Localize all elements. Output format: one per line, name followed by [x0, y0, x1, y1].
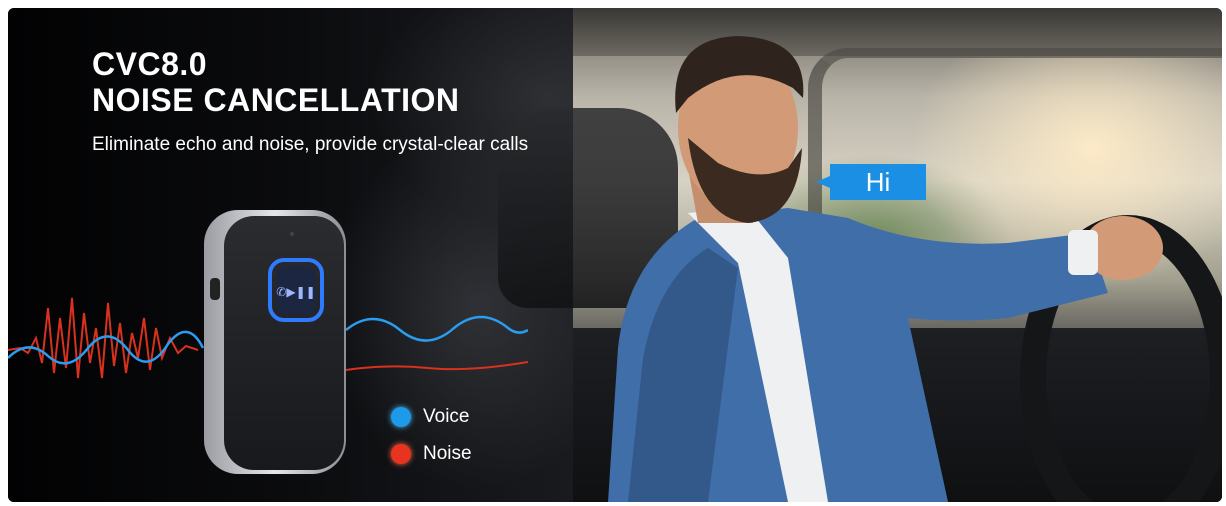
voice-wave-output [345, 315, 528, 342]
speech-bubble-text: Hi [865, 167, 891, 197]
legend-label-voice: Voice [423, 405, 470, 427]
headline-line-2: NOISE CANCELLATION [92, 82, 460, 118]
call-play-pause-icon: ✆▶❚❚ [276, 285, 315, 299]
headline-subtitle: Eliminate echo and noise, provide crysta… [92, 134, 529, 155]
man-driving-photo [608, 36, 1222, 502]
headline-line-1: CVC8.0 [92, 46, 208, 82]
legend-label-noise: Noise [423, 442, 472, 464]
product-banner: CVC8.0 NOISE CANCELLATION Eliminate echo… [8, 8, 1222, 502]
voice-dot-icon [391, 406, 411, 427]
wave-legend: Voice Noise [391, 398, 472, 472]
noise-wave-output [345, 361, 528, 371]
voice-wave-input [8, 330, 205, 365]
headline: CVC8.0 NOISE CANCELLATION [92, 46, 460, 118]
bluetooth-car-kit-device: ✆▶❚❚ [204, 210, 346, 474]
legend-item-noise: Noise [391, 435, 472, 472]
noise-dot-icon [391, 443, 411, 464]
legend-item-voice: Voice [391, 398, 472, 435]
